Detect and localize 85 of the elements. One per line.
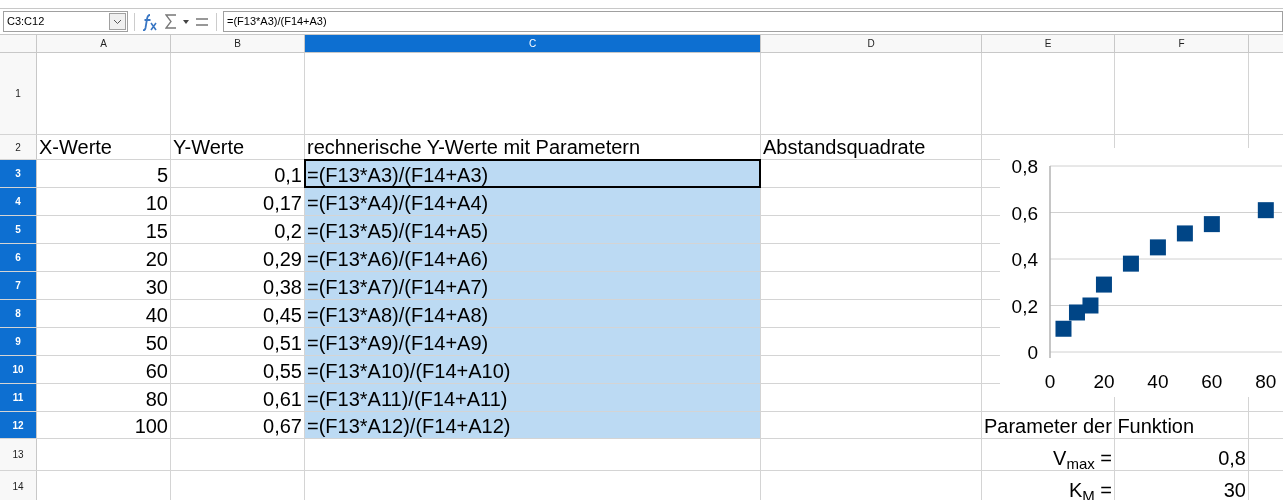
name-box[interactable]: C3:C12 [3,11,128,32]
row-header[interactable]: 3 [0,160,37,187]
data-point [1257,202,1274,219]
axis-label: 0,6 [1011,202,1038,224]
cell-text: V$_{max}$ = [1052,446,1113,470]
cell-text: 5 [155,163,169,187]
row-header[interactable]: 14 [0,471,37,500]
cell-text: =(F13*A6)/(F14+A6) [306,247,490,271]
row-header[interactable]: 13 [0,439,37,470]
cell-text: 0,29 [262,247,303,271]
cell-text: 50 [144,331,169,355]
sum-icon[interactable] [165,14,177,29]
function-wizard-icon[interactable] [141,12,159,31]
cell-text: =(F13*A4)/(F14+A4) [306,191,490,215]
data-point [1055,320,1072,337]
row-header[interactable]: 12 [0,412,37,438]
cell-text: 0,51 [262,331,303,355]
row-header[interactable]: 9 [0,328,37,355]
cell-text: 80 [144,387,169,411]
cell-text: 15 [144,219,169,243]
row-header[interactable]: 8 [0,300,37,327]
axis-label: 20 [1093,371,1115,392]
cell-text: 0,38 [262,275,303,299]
cell-text: 0,67 [262,414,303,438]
cell-text: K$_{M}$ = [1067,478,1113,500]
cell-text: =(F13*A7)/(F14+A7) [306,275,490,299]
column-header[interactable]: F [1115,35,1249,52]
cell-text: 0,8 [1217,446,1247,470]
cell-text: 40 [144,303,169,327]
cell-text: 10 [144,191,169,215]
axis-label: 0,4 [1011,249,1038,270]
cell-text: =(F13*A10)/(F14+A10) [306,359,512,383]
column-header[interactable]: D [761,35,982,52]
cell-text: 0,17 [262,191,303,215]
axis-label: 0 [1027,342,1038,363]
row-header[interactable]: 6 [0,244,37,271]
cell-text: =(F13*A9)/(F14+A9) [306,331,490,355]
data-point [1069,304,1085,321]
column-header[interactable]: A [37,35,171,52]
cell-text: 0,55 [262,359,303,383]
cell-text: rechnerische Y-Werte mit Parametern [306,135,642,159]
cell-text: 100 [133,414,169,438]
data-point [1122,255,1139,272]
row-header[interactable]: 7 [0,272,37,299]
cell-text: Abstandsquadrate [762,135,927,159]
column-header[interactable]: E [982,35,1115,52]
equals-icon[interactable] [196,17,208,26]
data-point [1095,276,1112,293]
axis-label: 0,8 [1011,156,1038,177]
dropdown-button[interactable] [109,13,126,30]
cell-text: 0,61 [262,387,303,411]
cell-text: 20 [144,247,169,271]
axis-label: 0,2 [1011,295,1038,317]
cell-text: Y-Werte [172,135,246,159]
cell-text: 30 [144,275,169,299]
axis-label: 60 [1201,371,1223,392]
cell-text: Parameter der Funktion [983,414,1196,438]
caret-icon[interactable] [183,19,189,24]
cell-text: 0,2 [273,219,303,243]
axis-label: 40 [1147,371,1169,392]
data-point [1082,297,1099,314]
cell-text: =(F13*A8)/(F14+A8) [306,303,490,327]
row-header[interactable]: 5 [0,216,37,243]
cell-text: X-Werte [38,135,113,159]
row-header[interactable]: 1 [0,53,37,134]
cell-text: 30 [1222,478,1247,500]
data-point [1149,239,1166,256]
data-point [1176,225,1193,242]
cell-text: =(F13*A3)/(F14+A3) [306,163,490,187]
row-header[interactable]: 11 [0,384,37,411]
cell-text: 60 [144,359,169,383]
column-header[interactable]: C [305,35,761,52]
axis-label: 0 [1044,371,1056,392]
formula-input[interactable]: =(F13*A3)/(F14+A3) [223,11,1283,32]
cell-text: =(F13*A11)/(F14+A11) [306,387,509,411]
cell-text: 0,1 [273,163,303,187]
cell-text: 0,45 [262,303,303,327]
row-header[interactable]: 10 [0,356,37,383]
row-header[interactable]: 2 [0,135,37,159]
chevron-down-icon [113,18,122,25]
cell-text: =(F13*A12)/(F14+A12) [306,414,512,438]
data-point [1203,216,1220,233]
row-header[interactable]: 4 [0,188,37,215]
cell-text: =(F13*A5)/(F14+A5) [306,219,490,243]
axis-label: 80 [1255,371,1277,392]
